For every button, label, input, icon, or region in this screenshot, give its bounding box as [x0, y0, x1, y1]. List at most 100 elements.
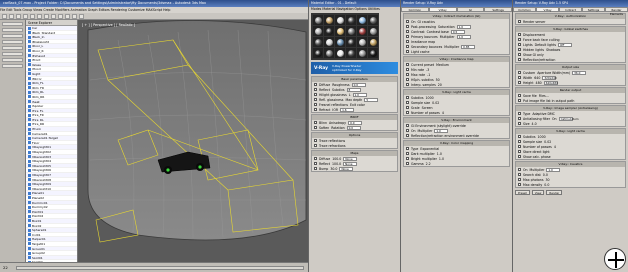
- checkbox[interactable]: [518, 48, 521, 51]
- view-button[interactable]: View: [531, 190, 545, 195]
- render-setup-button[interactable]: [72, 14, 77, 19]
- tab[interactable]: Render Elements: [605, 7, 628, 16]
- checkbox[interactable]: [406, 83, 409, 86]
- checkbox[interactable]: [518, 38, 521, 41]
- checkbox[interactable]: [314, 157, 317, 160]
- checkbox[interactable]: [518, 81, 521, 84]
- material-slot[interactable]: [346, 48, 356, 58]
- param-field[interactable]: 0.5: [450, 29, 465, 34]
- material-slot[interactable]: [335, 15, 345, 25]
- param-field[interactable]: 640x480: [543, 80, 558, 85]
- checkbox[interactable]: [406, 134, 409, 137]
- panel-button[interactable]: [2, 46, 23, 50]
- tab[interactable]: V-Ray: [428, 7, 457, 12]
- checkbox[interactable]: [314, 108, 317, 111]
- param-field[interactable]: 0.85: [461, 44, 476, 49]
- material-slot[interactable]: [368, 48, 378, 58]
- checkbox[interactable]: [314, 88, 317, 91]
- perspective-viewport[interactable]: [ + ] [ Perspective ] [ Realistic ]: [78, 20, 308, 262]
- timeline-track[interactable]: [16, 266, 304, 270]
- material-slot[interactable]: [346, 37, 356, 47]
- param-field[interactable]: 36.0: [572, 70, 587, 75]
- checkbox[interactable]: [406, 35, 409, 38]
- param-field[interactable]: 1.6: [340, 107, 355, 112]
- material-slot[interactable]: [357, 26, 367, 36]
- checkbox[interactable]: [406, 30, 409, 33]
- checkbox[interactable]: [406, 40, 409, 43]
- checkbox[interactable]: [518, 173, 521, 176]
- checkbox[interactable]: [518, 168, 521, 171]
- checkbox[interactable]: [518, 150, 521, 153]
- param-field[interactable]: 0.0: [346, 125, 361, 130]
- checkbox[interactable]: [406, 124, 409, 127]
- redo-button[interactable]: [9, 14, 14, 19]
- checkbox[interactable]: [406, 147, 409, 150]
- checkbox[interactable]: [518, 94, 521, 97]
- select-button[interactable]: [16, 14, 21, 19]
- checkbox[interactable]: [314, 126, 317, 129]
- param-field[interactable]: 8: [346, 87, 361, 92]
- checkbox[interactable]: [314, 98, 317, 101]
- material-slot[interactable]: [346, 15, 356, 25]
- material-slot[interactable]: [368, 26, 378, 36]
- material-slot[interactable]: [335, 48, 345, 58]
- checkbox[interactable]: [406, 73, 409, 76]
- param-field[interactable]: None: [339, 166, 354, 171]
- checkbox[interactable]: [518, 99, 521, 102]
- material-editor-menu[interactable]: Modes Material Navigation Options Utilit…: [309, 7, 400, 12]
- param-field[interactable]: 0.0: [351, 82, 366, 87]
- tab[interactable]: Common: [513, 7, 536, 12]
- checkbox[interactable]: [518, 145, 521, 148]
- checkbox[interactable]: [314, 167, 317, 170]
- tab[interactable]: V-Ray: [536, 7, 559, 12]
- panel-button[interactable]: [2, 64, 23, 68]
- material-slot[interactable]: [335, 37, 345, 47]
- checkbox[interactable]: [518, 140, 521, 143]
- undo-button[interactable]: [2, 14, 7, 19]
- checkbox[interactable]: [406, 162, 409, 165]
- snap-button[interactable]: [44, 14, 49, 19]
- checkbox[interactable]: [314, 162, 317, 165]
- checkbox[interactable]: [518, 43, 521, 46]
- param-field[interactable]: 1.0: [456, 34, 471, 39]
- checkbox[interactable]: [314, 144, 317, 147]
- material-slot[interactable]: [313, 26, 323, 36]
- material-slot[interactable]: [324, 37, 334, 47]
- checkbox[interactable]: [518, 58, 521, 61]
- checkbox[interactable]: [518, 53, 521, 56]
- checkbox[interactable]: [406, 68, 409, 71]
- param-field[interactable]: Catmull-Rom: [558, 116, 579, 121]
- checkbox[interactable]: [406, 20, 409, 23]
- param-field[interactable]: 0.0: [348, 120, 363, 125]
- material-slot[interactable]: [346, 26, 356, 36]
- checkbox[interactable]: [518, 122, 521, 125]
- checkbox[interactable]: [406, 106, 409, 109]
- param-field[interactable]: 320x240: [542, 75, 557, 80]
- material-slot[interactable]: [313, 37, 323, 47]
- panel-button[interactable]: [2, 52, 23, 56]
- checkbox[interactable]: [518, 183, 521, 186]
- material-slot[interactable]: [357, 37, 367, 47]
- param-field[interactable]: 1.0: [546, 167, 561, 172]
- tab[interactable]: Settings: [484, 7, 512, 12]
- checkbox[interactable]: [314, 93, 317, 96]
- checkbox[interactable]: [518, 155, 521, 158]
- checkbox[interactable]: [406, 45, 409, 48]
- checkbox[interactable]: [314, 83, 317, 86]
- checkbox[interactable]: [406, 111, 409, 114]
- render-button[interactable]: [79, 14, 84, 19]
- material-slot[interactable]: [368, 15, 378, 25]
- panel-button[interactable]: [2, 58, 23, 62]
- checkbox[interactable]: [406, 152, 409, 155]
- time-slider[interactable]: 22: [0, 262, 308, 272]
- material-slot[interactable]: [368, 37, 378, 47]
- scale-button[interactable]: [37, 14, 42, 19]
- move-button[interactable]: [23, 14, 28, 19]
- checkbox[interactable]: [406, 63, 409, 66]
- checkbox[interactable]: [406, 157, 409, 160]
- checkbox[interactable]: [518, 117, 521, 120]
- material-editor-button[interactable]: [65, 14, 70, 19]
- tab[interactable]: GI: [456, 7, 485, 12]
- checkbox[interactable]: [518, 112, 521, 115]
- param-field[interactable]: Off: [558, 42, 573, 47]
